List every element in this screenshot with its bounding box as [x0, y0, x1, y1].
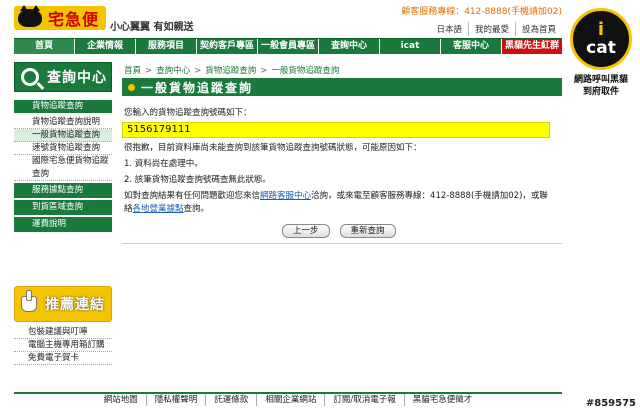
previous-step-button[interactable]: 上一步 — [282, 224, 330, 238]
sidebar-header: 查詢中心 — [14, 62, 112, 92]
page-title: 一般貨物追蹤查詢 — [141, 80, 254, 95]
breadcrumb-home[interactable]: 首頁 — [124, 66, 141, 76]
breadcrumb-query-center[interactable]: 查詢中心 — [156, 66, 190, 76]
requery-button[interactable]: 重新查詢 — [339, 224, 396, 238]
branch-offices-link[interactable]: 各地營業據點 — [133, 204, 184, 214]
sidebar-item-international-tracking[interactable]: 國際宅急便貨物追蹤查詢 — [14, 155, 112, 181]
main-nav: 首頁 企業情報 服務項目 契約客戶專區 一般會員專區 查詢中心 icat 客服中… — [14, 38, 562, 54]
contact-text-a: 如對查詢結果有任何問題歡迎您來信 — [124, 191, 261, 201]
icat-caption-line1: 網路呼叫黑貓 — [573, 75, 628, 85]
nav-services[interactable]: 服務項目 — [136, 39, 197, 54]
breadcrumb: 首頁 > 查詢中心 > 貨物追蹤查詢 > 一般貨物追蹤查詢 — [124, 64, 339, 76]
contact-message: 如對查詢結果有任何問題歡迎您來信網路客服中心洽詢，或來電至顧客服務專線：412-… — [124, 190, 554, 216]
pointing-hand-icon — [21, 290, 37, 312]
link-japanese[interactable]: 日本語 — [430, 22, 468, 36]
recommended-list: 包裝建議與叮嚀 電腦主機專用箱訂購 免費電子賀卡 — [14, 326, 112, 365]
brand-name: 宅急便 — [48, 10, 100, 29]
footer-sitemap[interactable]: 網站地圖 — [96, 394, 146, 406]
breadcrumb-sep: > — [194, 66, 202, 76]
nav-icat[interactable]: icat — [380, 39, 441, 54]
sidebar-item-express-tracking[interactable]: 速號貨物追蹤查詢 — [14, 142, 112, 155]
bullet-icon — [128, 83, 135, 91]
nav-customer-service[interactable]: 客服中心 — [441, 39, 502, 54]
not-found-message: 很抱歉，目前資料庫尚未能查詢到該筆貨物追蹤查詢號碼狀態，可能原因如下： — [124, 143, 422, 153]
sidebar-item-delivery-areas[interactable]: 到貨區域查詢 — [14, 200, 112, 215]
watermark: #859575 — [585, 398, 636, 409]
magnifier-icon — [21, 68, 39, 86]
reason-no-status: 2. 該筆貨物追蹤查詢號碼查無此狀態。 — [124, 175, 271, 185]
brand-logo[interactable]: 宅急便 — [14, 5, 106, 30]
nav-corporate[interactable]: 企業情報 — [75, 39, 136, 54]
footer-terms[interactable]: 託運條款 — [205, 394, 256, 406]
sidebar-item-tracking-help[interactable]: 貨物追蹤查詢說明 — [14, 116, 112, 129]
footer-links: 網站地圖 隱私權聲明 託運條款 相關企業網站 訂閱/取消電子報 黑貓宅急便徵才 — [14, 392, 562, 406]
sidebar-title: 查詢中心 — [47, 70, 107, 86]
nav-contract-clients[interactable]: 契約客戶專區 — [197, 39, 258, 54]
tracking-number: 5156179111 — [122, 122, 550, 138]
icat-caption: 網路呼叫黑貓 到府取件 — [566, 74, 636, 98]
top-links: 日本語 我的最愛 設為首頁 — [430, 22, 562, 36]
result-intro: 您輸入的貨物追蹤查詢號碼如下： — [124, 108, 252, 118]
rec-link-pc-box-order[interactable]: 電腦主機專用箱訂購 — [14, 339, 112, 352]
link-favorites[interactable]: 我的最愛 — [467, 22, 515, 36]
content-divider — [122, 243, 562, 244]
footer-newsletter[interactable]: 訂閱/取消電子報 — [324, 394, 403, 406]
link-set-homepage[interactable]: 設為首頁 — [514, 22, 562, 36]
nav-members[interactable]: 一般會員專區 — [258, 39, 319, 54]
sidebar-menu: 貨物追蹤查詢 貨物追蹤查詢說明 一般貨物追蹤查詢 速號貨物追蹤查詢 國際宅急便貨… — [14, 100, 112, 232]
breadcrumb-sep: > — [145, 66, 153, 76]
icat-i: i — [597, 19, 605, 40]
breadcrumb-sep: > — [260, 66, 268, 76]
customer-hotline: 顧客服務專線：412-8888(手機請加02) — [401, 7, 562, 17]
sidebar-item-service-points[interactable]: 服務據點查詢 — [14, 183, 112, 198]
breadcrumb-current: 一般貨物追蹤查詢 — [271, 66, 340, 76]
sidebar-item-shipping-rates[interactable]: 運費說明 — [14, 217, 112, 232]
icat-badge-icon: i cat — [570, 8, 632, 70]
recommended-title: 推薦連結 — [45, 297, 105, 313]
online-service-link[interactable]: 網路客服中心 — [260, 191, 311, 201]
icat-pickup-ad[interactable]: i cat 網路呼叫黑貓 到府取件 — [566, 8, 636, 112]
footer-careers[interactable]: 黑貓宅急便徵才 — [403, 394, 481, 406]
nav-query-center[interactable]: 查詢中心 — [319, 39, 380, 54]
slogan: 小心翼翼 有如親送 — [110, 22, 194, 33]
nav-home[interactable]: 首頁 — [14, 39, 75, 54]
icat-cat: cat — [586, 38, 616, 58]
recommended-header: 推薦連結 — [14, 286, 112, 322]
action-buttons: 上一步 重新查詢 — [282, 224, 396, 238]
rec-link-ecard[interactable]: 免費電子賀卡 — [14, 352, 112, 365]
rec-link-packing-tips[interactable]: 包裝建議與叮嚀 — [14, 326, 112, 339]
black-cat-logo-icon — [18, 5, 42, 27]
icat-caption-line2: 到府取件 — [582, 87, 619, 97]
reason-processing: 1. 資料尚在處理中。 — [124, 159, 203, 169]
sidebar-item-general-tracking[interactable]: 一般貨物追蹤查詢 — [14, 129, 112, 142]
page-title-bar: 一般貨物追蹤查詢 — [122, 78, 562, 96]
footer-affiliates[interactable]: 相關企業網站 — [256, 394, 324, 406]
sidebar-item-tracking[interactable]: 貨物追蹤查詢 — [14, 100, 112, 113]
footer-privacy[interactable]: 隱私權聲明 — [145, 394, 206, 406]
nav-black-cat-group[interactable]: 黑貓先生紅群 — [502, 39, 562, 54]
contact-text-c: 查詢。 — [183, 204, 210, 214]
breadcrumb-tracking[interactable]: 貨物追蹤查詢 — [205, 66, 256, 76]
